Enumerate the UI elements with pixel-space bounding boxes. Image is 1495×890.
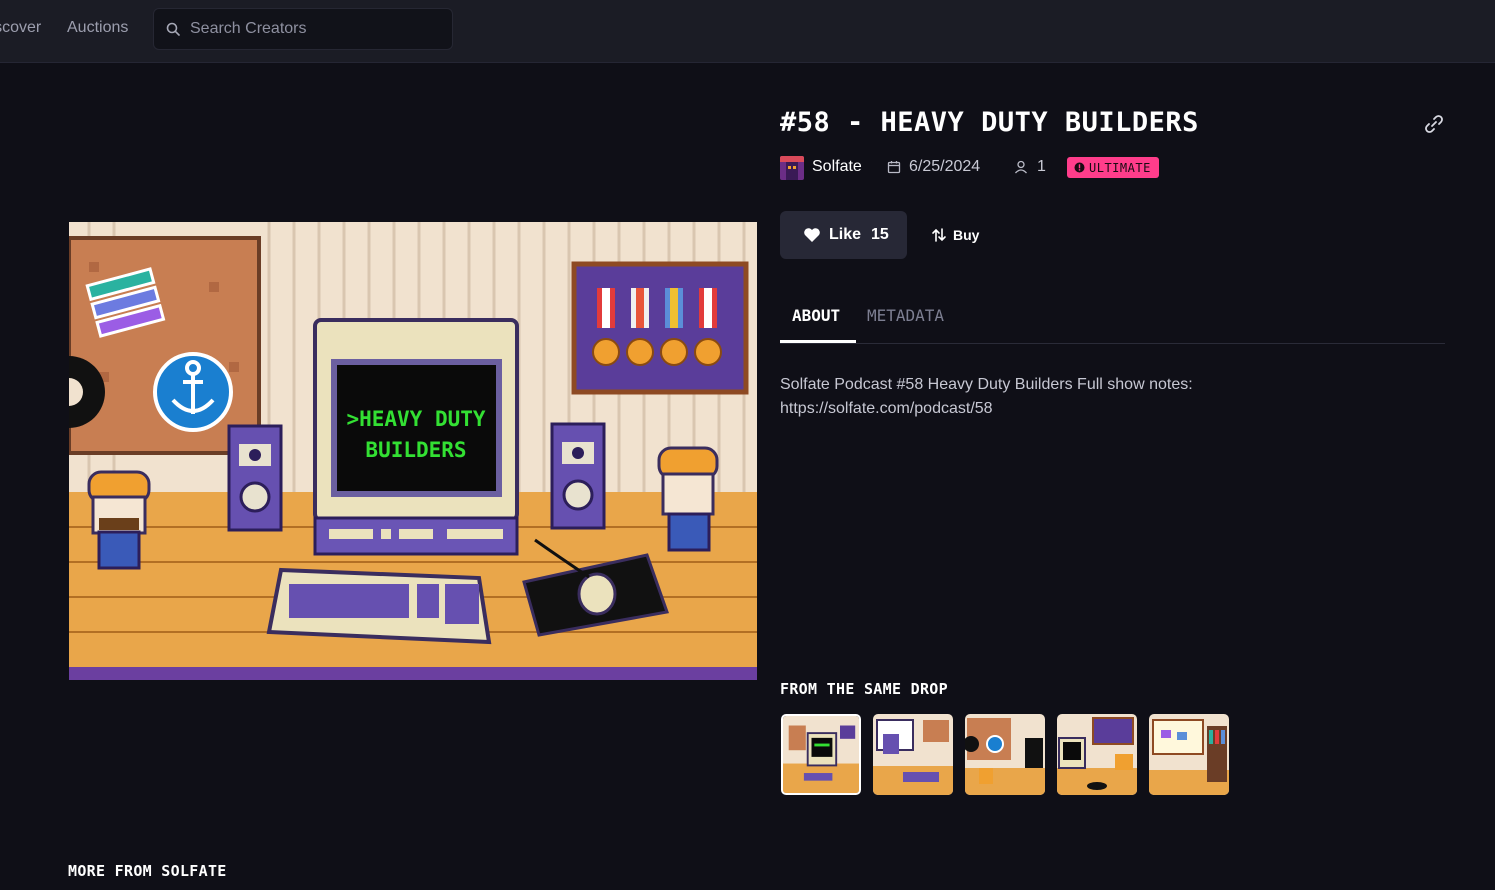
like-count: 15 <box>871 226 889 243</box>
drop-thumbnail-4[interactable] <box>1057 714 1137 795</box>
keyboard-icon <box>266 567 492 645</box>
active-tab-indicator <box>780 340 856 343</box>
user-icon <box>1015 160 1027 174</box>
like-button[interactable]: Like 15 <box>780 211 907 259</box>
search-input[interactable] <box>190 18 440 40</box>
artwork-illustration: >HEAVY DUTY BUILDERS <box>69 222 757 680</box>
anchor-icon <box>153 352 233 432</box>
search-icon <box>166 22 180 36</box>
tab-metadata[interactable]: METADATA <box>867 306 944 325</box>
buy-button[interactable]: Buy <box>921 211 993 259</box>
drop-thumbnail-2[interactable] <box>873 714 953 795</box>
creator-name[interactable]: Solfate <box>812 158 862 176</box>
tab-about[interactable]: ABOUT <box>792 306 840 325</box>
computer-icon: >HEAVY DUTY BUILDERS <box>313 318 519 556</box>
like-label: Like <box>829 226 862 243</box>
heart-icon <box>804 228 820 242</box>
nft-artwork: >HEAVY DUTY BUILDERS <box>69 222 757 680</box>
creator-avatar[interactable] <box>780 156 804 180</box>
calendar-icon <box>887 161 901 174</box>
item-meta-row: Solfate 6/25/2024 1 ULTIMATE <box>780 155 1380 181</box>
drop-thumbnail-3[interactable] <box>965 714 1045 795</box>
rarity-badge: ULTIMATE <box>1067 157 1159 178</box>
corkboard-icon <box>69 236 261 455</box>
nav-link-auctions[interactable]: Auctions <box>67 19 128 37</box>
buy-arrows-icon <box>932 228 946 242</box>
medals-icon <box>571 261 749 395</box>
holders-count: 1 <box>1037 158 1046 175</box>
same-drop-thumbnails <box>781 714 1241 795</box>
item-title: #58 - HEAVY DUTY BUILDERS <box>780 107 1199 138</box>
search-box[interactable] <box>153 8 453 50</box>
mint-date: 6/25/2024 <box>909 158 981 175</box>
link-icon[interactable] <box>1423 113 1445 135</box>
more-from-creator-heading: MORE FROM SOLFATE <box>68 862 227 880</box>
info-icon <box>1074 162 1085 173</box>
item-description: Solfate Podcast #58 Heavy Duty Builders … <box>780 376 1193 417</box>
drop-thumbnail-1[interactable] <box>781 714 861 795</box>
drop-thumbnail-5[interactable] <box>1149 714 1229 795</box>
top-navigation: Discover Auctions <box>0 0 1495 63</box>
screen-line-1: >HEAVY DUTY <box>346 407 485 431</box>
same-drop-heading: FROM THE SAME DROP <box>780 680 948 698</box>
rarity-label: ULTIMATE <box>1089 160 1151 175</box>
detail-tabs: ABOUT METADATA <box>780 298 1445 344</box>
screen-line-2: BUILDERS <box>365 438 466 462</box>
buy-label: Buy <box>953 227 980 243</box>
nav-link-discover[interactable]: Discover <box>0 19 41 37</box>
